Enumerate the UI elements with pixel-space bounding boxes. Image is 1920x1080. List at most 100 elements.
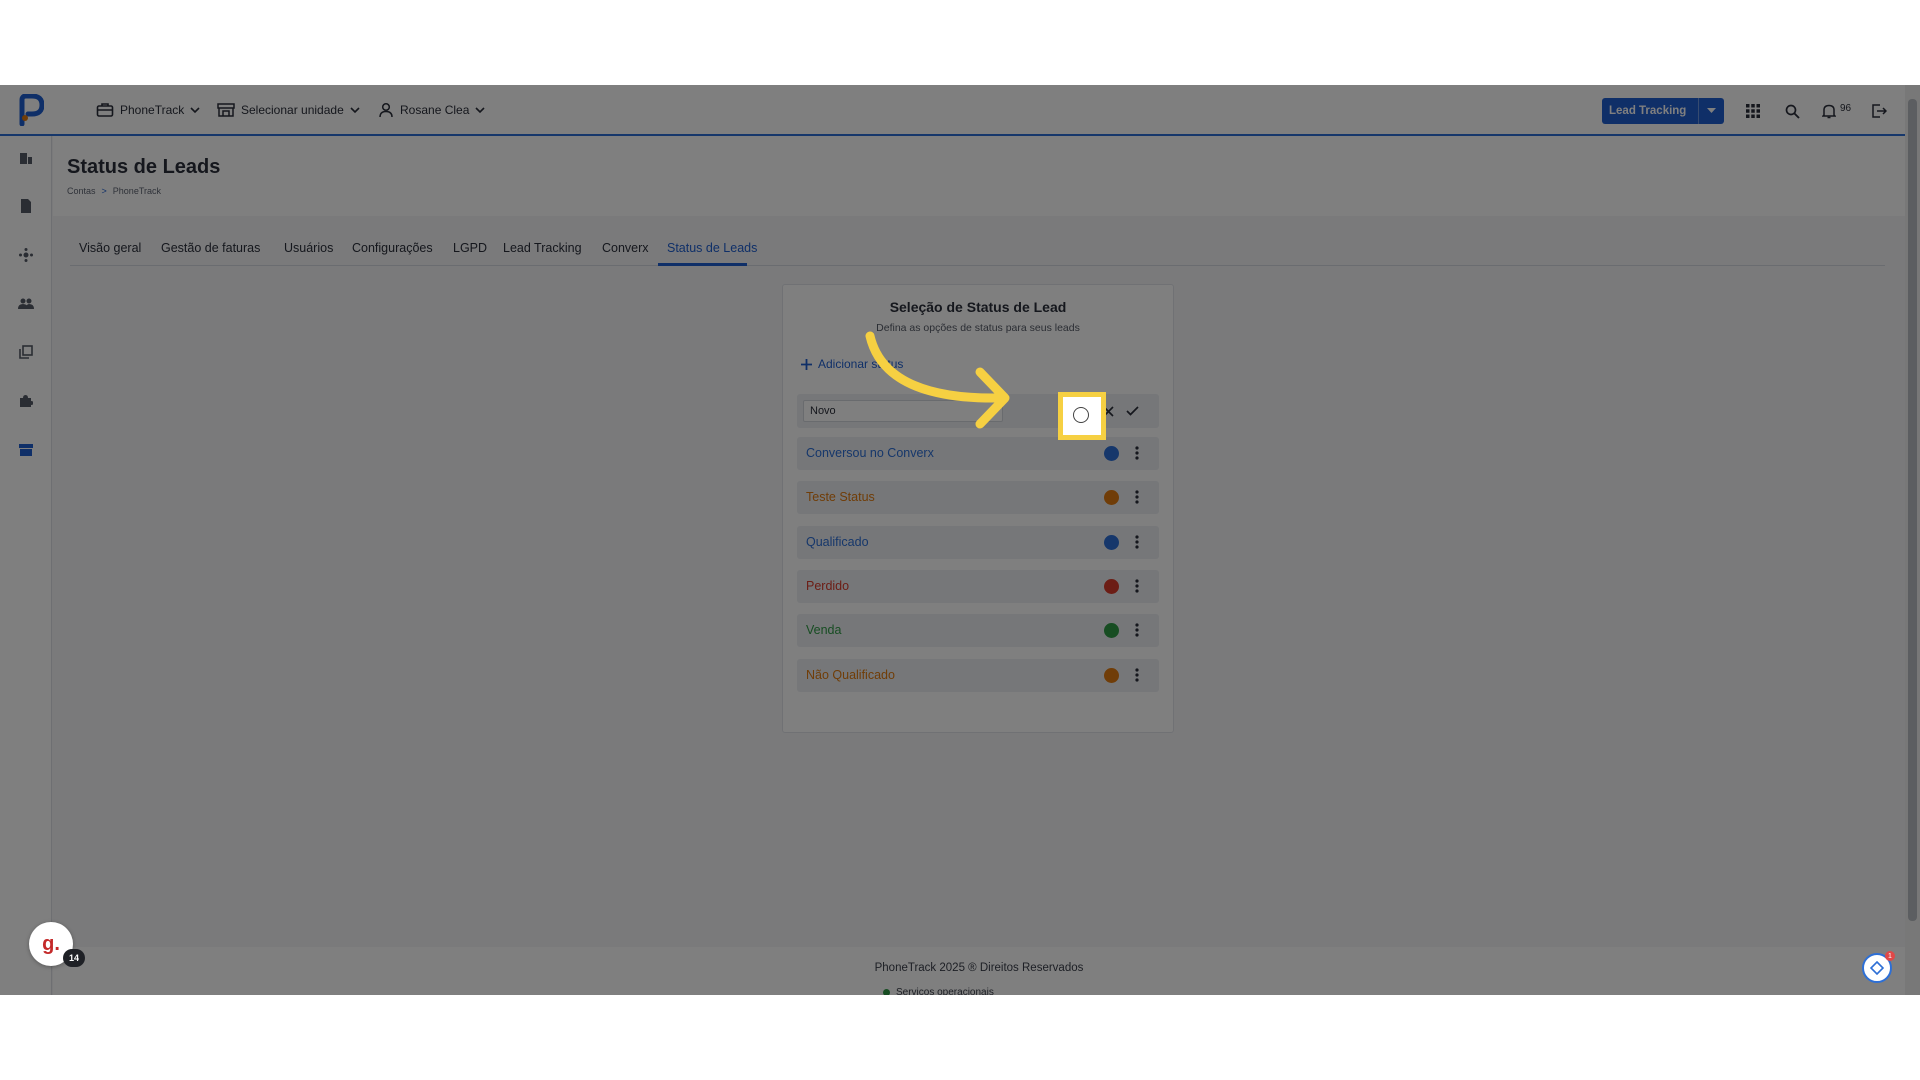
status-options-button[interactable]	[1127, 532, 1147, 552]
page-header: Status de Leads Contas > PhoneTrack	[53, 136, 1905, 216]
scrollbar-thumb[interactable]	[1908, 99, 1917, 921]
app-logo[interactable]	[16, 94, 44, 126]
sidebar-item-extensions[interactable]	[16, 391, 36, 411]
pointer-arrow-icon	[865, 331, 1010, 429]
store-icon	[217, 103, 235, 117]
status-row[interactable]: Venda	[797, 614, 1159, 648]
service-status[interactable]: Serviços operacionais	[883, 987, 994, 995]
tab-overview[interactable]: Visão geral	[79, 241, 141, 255]
status-options-button[interactable]	[1127, 576, 1147, 596]
notifications-count: 96	[1840, 103, 1852, 114]
bell-icon	[1822, 104, 1836, 119]
status-label: Não Qualificado	[806, 667, 895, 682]
sidebar-item-documents[interactable]	[16, 196, 36, 216]
plus-icon	[801, 358, 812, 370]
status-label: Perdido	[806, 578, 850, 593]
help-badge: 1	[1885, 951, 1895, 961]
tab-invoices[interactable]: Gestão de faturas	[161, 241, 260, 255]
tab-users[interactable]: Usuários	[284, 241, 333, 255]
tab-settings[interactable]: Configurações	[352, 241, 433, 255]
color-circle-icon	[1073, 407, 1089, 423]
page-scrollbar[interactable]	[1905, 85, 1920, 995]
status-row[interactable]: Qualificado	[797, 525, 1159, 559]
lead-tracking-button[interactable]: Lead Tracking	[1602, 98, 1724, 124]
nodes-icon	[19, 248, 33, 262]
unit-selector[interactable]: Selecionar unidade	[217, 99, 360, 121]
lead-tracking-dropdown[interactable]	[1698, 98, 1724, 124]
active-tab-indicator	[658, 263, 747, 266]
assistant-badge: 14	[63, 949, 85, 967]
status-row[interactable]: Não Qualificado	[797, 658, 1159, 692]
more-vertical-icon	[1135, 490, 1139, 504]
more-vertical-icon	[1135, 534, 1139, 549]
briefcase-icon	[96, 103, 114, 117]
more-vertical-icon	[1135, 446, 1139, 460]
apps-grid-button[interactable]	[1742, 100, 1764, 122]
unit-name: Selecionar unidade	[241, 103, 344, 117]
status-row[interactable]: Perdido	[797, 569, 1159, 603]
caret-down-icon	[1707, 108, 1716, 113]
status-options-button[interactable]	[1127, 487, 1147, 507]
check-icon	[1125, 406, 1139, 416]
tab-lgpd[interactable]: LGPD	[453, 241, 487, 255]
service-status-label: Serviços operacionais	[896, 987, 994, 995]
sidebar-item-companies[interactable]	[16, 148, 36, 168]
building-icon	[20, 153, 32, 164]
status-color-dot[interactable]	[1104, 667, 1119, 683]
status-color-dot[interactable]	[1104, 578, 1119, 594]
sidebar	[0, 136, 52, 995]
notifications-button[interactable]	[1818, 100, 1840, 122]
chevron-down-icon	[475, 107, 485, 114]
diamond-icon	[1870, 961, 1884, 975]
tab-lead-status[interactable]: Status de Leads	[667, 241, 757, 255]
status-label: Conversou no Converx	[806, 446, 934, 460]
status-label: Venda	[806, 623, 842, 638]
grid-icon	[1746, 104, 1760, 118]
search-button[interactable]	[1781, 100, 1803, 122]
status-color-dot[interactable]	[1104, 623, 1119, 639]
footer-copyright: PhoneTrack 2025 ® Direitos Reservados	[874, 962, 1084, 974]
status-options-button[interactable]	[1127, 620, 1147, 640]
user-icon	[379, 102, 393, 118]
tabs: Visão geral Gestão de faturas Usuários C…	[70, 235, 1885, 266]
breadcrumb-item[interactable]: Contas	[67, 186, 96, 196]
sidebar-item-users[interactable]	[16, 294, 36, 314]
footer: PhoneTrack 2025 ® Direitos Reservados Se…	[53, 947, 1905, 995]
search-icon	[1785, 104, 1800, 119]
status-color-dot[interactable]	[1104, 490, 1119, 506]
tab-lead-tracking[interactable]: Lead Tracking	[503, 241, 582, 255]
user-menu[interactable]: Rosane Clea	[378, 99, 485, 121]
card-title: Seleção de Status de Lead	[889, 299, 1067, 315]
status-row[interactable]: Teste Status	[797, 481, 1159, 515]
logout-icon	[1872, 104, 1887, 118]
logout-button[interactable]	[1868, 100, 1890, 122]
lead-tracking-label: Lead Tracking	[1609, 105, 1687, 117]
page-title: Status de Leads	[67, 156, 221, 178]
storefront-icon	[19, 444, 33, 456]
sidebar-item-leads[interactable]	[16, 440, 36, 460]
library-icon	[19, 345, 33, 359]
account-selector[interactable]: PhoneTrack	[96, 99, 200, 121]
tab-converx[interactable]: Converx	[602, 241, 649, 255]
confirm-button[interactable]	[1123, 402, 1141, 420]
status-color-dot[interactable]	[1104, 446, 1119, 461]
app-frame: PhoneTrack Selecionar unidade Rosane Cle…	[0, 85, 1920, 995]
highlighted-color-picker[interactable]	[1058, 392, 1106, 440]
document-icon	[21, 199, 31, 213]
breadcrumb-separator: >	[101, 186, 107, 196]
status-label: Teste Status	[806, 490, 875, 505]
status-options-button[interactable]	[1127, 443, 1147, 463]
breadcrumb-item: PhoneTrack	[112, 186, 161, 196]
status-options-button[interactable]	[1127, 665, 1147, 685]
breadcrumb: Contas > PhoneTrack	[67, 186, 161, 196]
users-icon	[18, 298, 34, 309]
status-row[interactable]: Conversou no Converx	[797, 437, 1159, 470]
status-color-dot[interactable]	[1104, 534, 1119, 550]
puzzle-icon	[20, 395, 33, 407]
sidebar-item-reports[interactable]	[16, 342, 36, 362]
chevron-down-icon	[190, 107, 200, 114]
sidebar-item-integrations[interactable]	[16, 245, 36, 265]
account-name: PhoneTrack	[120, 103, 185, 117]
more-vertical-icon	[1135, 623, 1139, 637]
user-name: Rosane Clea	[400, 103, 470, 117]
